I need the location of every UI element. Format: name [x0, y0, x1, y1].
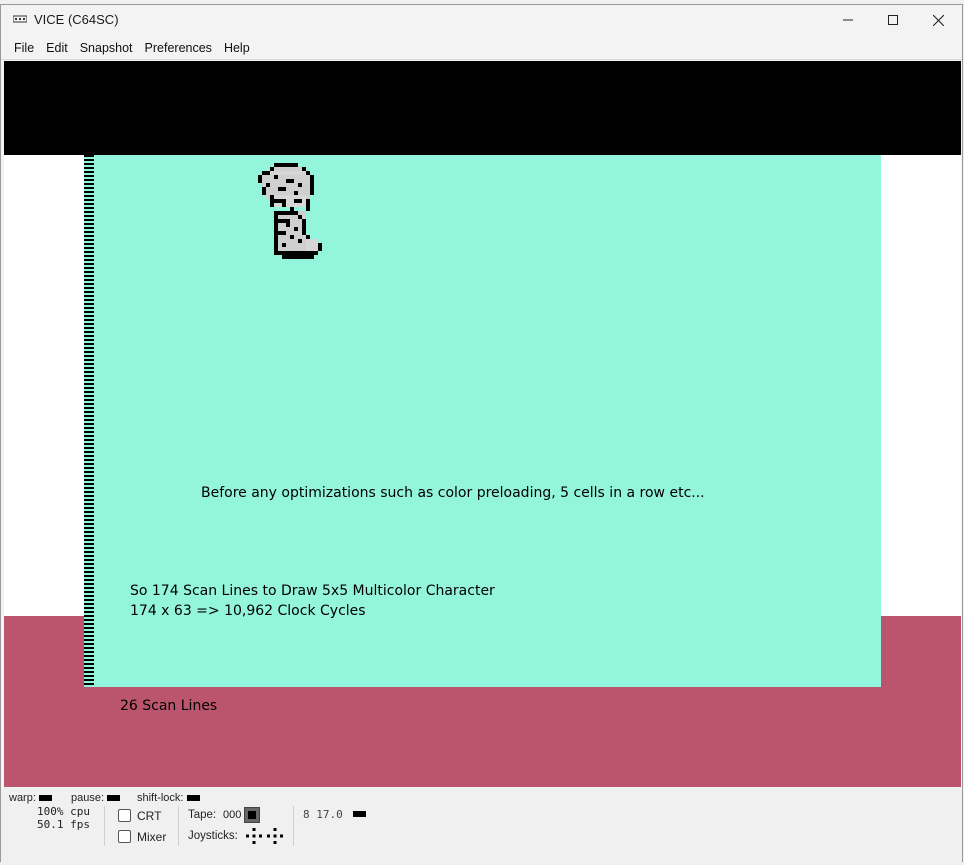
- status-separator: [178, 806, 179, 846]
- emulator-screen[interactable]: Before any optimizations such as color p…: [4, 61, 961, 787]
- joystick-2-icon: [267, 828, 283, 844]
- mixer-checkbox[interactable]: [118, 830, 131, 843]
- status-separator: [293, 806, 294, 846]
- shift-lock-label: shift-lock:: [137, 792, 184, 804]
- maximize-button[interactable]: [870, 5, 916, 35]
- raster-timing-bar: [84, 155, 94, 687]
- menu-snapshot[interactable]: Snapshot: [74, 36, 139, 60]
- cpu-usage: 100% cpu: [37, 805, 90, 818]
- c64-display-area: Before any optimizations such as color p…: [84, 155, 881, 714]
- text-optimizations: Before any optimizations such as color p…: [201, 485, 705, 501]
- crt-label: CRT: [137, 809, 162, 823]
- warp-led: [38, 795, 52, 802]
- shift-lock-led: [186, 795, 200, 802]
- vice-window: VICE (C64SC) File Edit Snapshot Preferen…: [0, 4, 963, 863]
- status-bar: warp: pause: shift-lock: 100% cpu 50.1 f…: [1, 788, 962, 863]
- pause-label: pause:: [71, 792, 105, 804]
- shift-lock-indicator[interactable]: shift-lock:: [137, 792, 200, 804]
- minimize-button[interactable]: [825, 5, 871, 35]
- border-top-raster: [4, 61, 961, 155]
- text-clock-cycles: 174 x 63 => 10,962 Clock Cycles: [130, 603, 366, 619]
- drive-status: 8 17.0: [303, 808, 343, 821]
- close-icon: [932, 14, 944, 26]
- maximize-icon: [888, 15, 898, 25]
- mixer-label: Mixer: [137, 830, 167, 844]
- window-title: VICE (C64SC): [34, 12, 119, 27]
- joystick-1-icon: [246, 828, 262, 844]
- menu-edit[interactable]: Edit: [40, 36, 74, 60]
- tape-control-button[interactable]: [244, 807, 260, 823]
- menu-file[interactable]: File: [8, 36, 40, 60]
- close-button[interactable]: [915, 5, 961, 35]
- text-scan-lines-total: So 174 Scan Lines to Draw 5x5 Multicolor…: [130, 583, 495, 599]
- status-separator: [104, 806, 105, 846]
- pixel-character-sprite: [258, 163, 322, 259]
- menu-help[interactable]: Help: [218, 36, 256, 60]
- fps-display: 50.1 fps: [37, 818, 90, 831]
- tape-counter: 000: [223, 809, 242, 821]
- joysticks-label: Joysticks:: [188, 830, 238, 842]
- tape-label: Tape:: [188, 809, 217, 821]
- text-26-scan-lines: 26 Scan Lines: [120, 698, 218, 714]
- crt-checkbox[interactable]: [118, 809, 131, 822]
- pause-indicator[interactable]: pause:: [71, 792, 121, 804]
- drive-led: [353, 811, 366, 817]
- menu-preferences[interactable]: Preferences: [139, 36, 218, 60]
- tape-stop-icon: [248, 811, 256, 819]
- menu-bar: File Edit Snapshot Preferences Help: [1, 36, 962, 60]
- warp-label: warp:: [9, 792, 36, 804]
- minimize-icon: [843, 19, 853, 21]
- vice-app-icon: [13, 15, 27, 23]
- pause-led: [107, 795, 121, 802]
- warp-indicator[interactable]: warp:: [9, 792, 52, 804]
- title-bar[interactable]: VICE (C64SC): [1, 5, 962, 35]
